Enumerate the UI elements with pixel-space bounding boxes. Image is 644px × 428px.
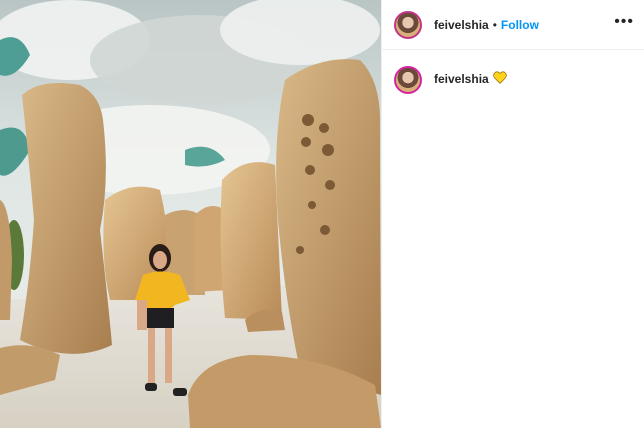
username-link[interactable]: feivelshia [434,18,489,32]
yellow-heart-icon [492,71,507,84]
caption-username-link[interactable]: feivelshia [434,72,489,86]
post-caption: feivelshia [382,50,644,94]
photo-scene [0,0,381,428]
separator-dot: • [492,17,497,32]
post-side-panel: feivelshia • Follow ••• feivelshia [381,0,644,428]
follow-button[interactable]: Follow [501,18,539,32]
post-photo[interactable] [0,0,381,428]
instagram-post: feivelshia • Follow ••• feivelshia [0,0,644,428]
avatar[interactable] [394,10,422,39]
post-header: feivelshia • Follow ••• [382,0,644,50]
caption-avatar[interactable] [394,66,422,94]
more-options-icon[interactable]: ••• [614,14,634,30]
